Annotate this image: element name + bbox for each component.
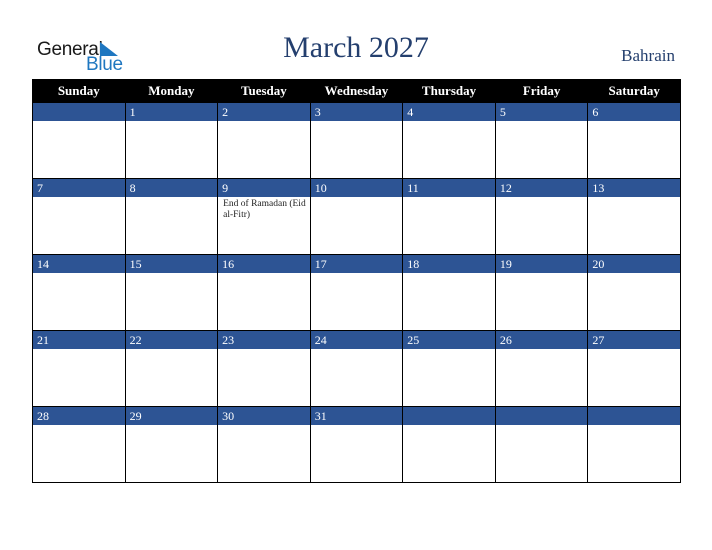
day-cell[interactable]: 1	[124, 102, 219, 179]
day-number: 9	[218, 179, 310, 197]
day-cell[interactable]: 19	[494, 254, 589, 331]
day-cell[interactable]: 24	[309, 330, 404, 407]
day-cell[interactable]: 31	[309, 406, 404, 483]
weekday-header-row: Sunday Monday Tuesday Wednesday Thursday…	[32, 79, 681, 103]
day-number: 31	[310, 407, 403, 425]
day-number: 4	[403, 103, 495, 121]
day-number: 8	[125, 179, 218, 197]
week-row: 7 8 9 End of Ramadan (Eid al-Fitr) 10 11 12 13	[32, 178, 681, 255]
day-number: 6	[588, 103, 680, 121]
day-number: 12	[495, 179, 588, 197]
weekday-header: Tuesday	[217, 79, 311, 103]
day-number: 19	[495, 255, 588, 273]
day-number: 18	[403, 255, 495, 273]
day-cell[interactable]: 20	[587, 254, 681, 331]
day-number: 30	[218, 407, 310, 425]
day-cell[interactable]: 18	[402, 254, 496, 331]
day-number	[403, 407, 495, 425]
day-cell[interactable]: 22	[124, 330, 219, 407]
day-number: 28	[33, 407, 125, 425]
weekday-header: Sunday	[32, 79, 126, 103]
day-number: 27	[588, 331, 680, 349]
day-number: 1	[125, 103, 218, 121]
day-cell[interactable]	[402, 406, 496, 483]
day-cell[interactable]: 17	[309, 254, 404, 331]
day-number: 11	[403, 179, 495, 197]
day-cell[interactable]	[494, 406, 589, 483]
weekday-header: Thursday	[402, 79, 496, 103]
day-number: 16	[218, 255, 310, 273]
day-cell[interactable]: 30	[217, 406, 311, 483]
holiday-event: End of Ramadan (Eid al-Fitr)	[223, 199, 306, 220]
day-cell[interactable]: 29	[124, 406, 219, 483]
day-number	[495, 407, 588, 425]
day-number	[33, 103, 125, 121]
day-cell[interactable]: 14	[32, 254, 126, 331]
day-number: 2	[218, 103, 310, 121]
day-cell[interactable]: 12	[494, 178, 589, 255]
day-cell[interactable]: 3	[309, 102, 404, 179]
weekday-header: Saturday	[587, 79, 681, 103]
weekday-header: Friday	[494, 79, 589, 103]
day-number: 25	[403, 331, 495, 349]
day-cell[interactable]: 23	[217, 330, 311, 407]
week-row: 21 22 23 24 25 26 27	[32, 330, 681, 407]
day-cell[interactable]: 11	[402, 178, 496, 255]
day-number: 3	[310, 103, 403, 121]
day-cell[interactable]: 5	[494, 102, 589, 179]
day-number: 29	[125, 407, 218, 425]
day-number: 22	[125, 331, 218, 349]
day-cell[interactable]: 10	[309, 178, 404, 255]
day-number: 13	[588, 179, 680, 197]
day-cell[interactable]	[587, 406, 681, 483]
day-cell[interactable]: 25	[402, 330, 496, 407]
country-label: Bahrain	[621, 46, 675, 65]
weekday-header: Wednesday	[309, 79, 404, 103]
day-number: 5	[495, 103, 588, 121]
day-number: 23	[218, 331, 310, 349]
day-cell[interactable]: 21	[32, 330, 126, 407]
day-number: 7	[33, 179, 125, 197]
day-number: 20	[588, 255, 680, 273]
day-cell[interactable]	[32, 102, 126, 179]
day-number: 14	[33, 255, 125, 273]
day-cell[interactable]: 7	[32, 178, 126, 255]
calendar-grid: Sunday Monday Tuesday Wednesday Thursday…	[32, 79, 681, 483]
page-title: March 2027	[283, 31, 429, 64]
day-cell[interactable]: 9 End of Ramadan (Eid al-Fitr)	[217, 178, 311, 255]
day-number	[588, 407, 680, 425]
day-cell[interactable]: 26	[494, 330, 589, 407]
day-number: 15	[125, 255, 218, 273]
day-number: 24	[310, 331, 403, 349]
weekday-header: Monday	[124, 79, 219, 103]
day-cell[interactable]: 15	[124, 254, 219, 331]
day-cell[interactable]: 4	[402, 102, 496, 179]
day-cell[interactable]: 6	[587, 102, 681, 179]
day-cell[interactable]: 2	[217, 102, 311, 179]
day-cell[interactable]: 27	[587, 330, 681, 407]
day-cell[interactable]: 13	[587, 178, 681, 255]
day-number: 10	[310, 179, 403, 197]
day-number: 21	[33, 331, 125, 349]
week-row: 28 29 30 31	[32, 406, 681, 483]
week-row: 14 15 16 17 18 19 20	[32, 254, 681, 331]
day-cell[interactable]: 16	[217, 254, 311, 331]
day-cell[interactable]: 8	[124, 178, 219, 255]
day-cell[interactable]: 28	[32, 406, 126, 483]
week-row: 123456	[32, 102, 681, 179]
day-number: 26	[495, 331, 588, 349]
day-number: 17	[310, 255, 403, 273]
